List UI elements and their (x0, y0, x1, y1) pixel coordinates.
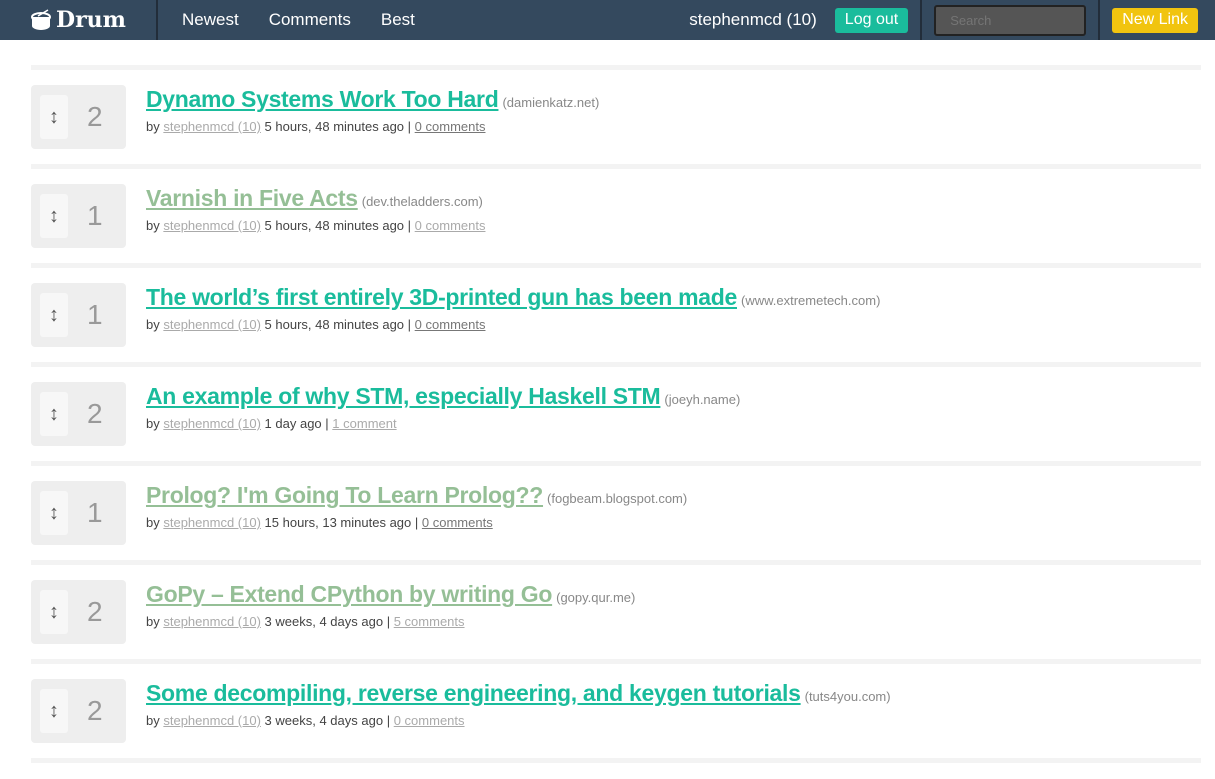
separator: | (407, 317, 412, 332)
divider (31, 758, 1201, 763)
vote-box: ↕ 2 (31, 580, 126, 644)
author-link[interactable]: stephenmcd (10) (163, 713, 261, 728)
comments-link[interactable]: 0 comments (415, 218, 486, 233)
vote-arrows-icon[interactable]: ↕ (40, 590, 68, 634)
by-label: by (146, 713, 160, 728)
vote-box: ↕ 1 (31, 283, 126, 347)
vote-box: ↕ 1 (31, 184, 126, 248)
by-label: by (146, 515, 160, 530)
separator: | (407, 218, 412, 233)
score: 2 (87, 695, 103, 726)
timestamp: 3 weeks, 4 days ago (264, 713, 384, 728)
separator: | (325, 416, 329, 431)
current-user[interactable]: stephenmcd (10) (689, 10, 817, 30)
drum-icon (31, 9, 52, 30)
author-link[interactable]: stephenmcd (10) (163, 119, 261, 134)
vote-arrows-icon[interactable]: ↕ (40, 689, 68, 733)
link-title[interactable]: The world’s first entirely 3D-printed gu… (146, 284, 737, 310)
timestamp: 5 hours, 48 minutes ago (264, 317, 405, 332)
list-item: ↕ 1 The world’s first entirely 3D-printe… (31, 263, 1201, 362)
separator: | (386, 713, 391, 728)
author-link[interactable]: stephenmcd (10) (163, 317, 261, 332)
nav-comments[interactable]: Comments (269, 10, 351, 30)
nav-newest[interactable]: Newest (182, 10, 239, 30)
timestamp: 3 weeks, 4 days ago (264, 614, 384, 629)
comments-link[interactable]: 0 comments (422, 515, 493, 530)
score: 2 (87, 101, 103, 132)
score: 2 (87, 398, 103, 429)
separator: | (414, 515, 419, 530)
timestamp: 5 hours, 48 minutes ago (264, 119, 405, 134)
list-item: ↕ 2 Some decompiling, reverse engineerin… (31, 659, 1201, 758)
vote-arrows-icon[interactable]: ↕ (40, 293, 68, 337)
nav-best[interactable]: Best (381, 10, 415, 30)
link-title[interactable]: An example of why STM, especially Haskel… (146, 383, 661, 409)
vote-box: ↕ 2 (31, 679, 126, 743)
list-item: ↕ 2 GoPy – Extend CPython by writing Go (… (31, 560, 1201, 659)
link-title[interactable]: Prolog? I'm Going To Learn Prolog?? (146, 482, 543, 508)
comments-link[interactable]: 0 comments (415, 317, 486, 332)
link-title[interactable]: Dynamo Systems Work Too Hard (146, 86, 499, 112)
list-item: ↕ 2 An example of why STM, especially Ha… (31, 362, 1201, 461)
search-input[interactable] (934, 4, 1087, 36)
timestamp: 1 day ago (264, 416, 322, 431)
score: 1 (87, 200, 103, 231)
vote-arrows-icon[interactable]: ↕ (40, 491, 68, 535)
list-item: ↕ 1 Prolog? I'm Going To Learn Prolog?? (… (31, 461, 1201, 560)
link-title[interactable]: GoPy – Extend CPython by writing Go (146, 581, 552, 607)
vote-arrows-icon[interactable]: ↕ (40, 194, 68, 238)
by-label: by (146, 416, 160, 431)
by-label: by (146, 119, 160, 134)
vote-box: ↕ 1 (31, 481, 126, 545)
brand-name: Drum (56, 7, 126, 33)
divider (1098, 0, 1101, 40)
brand-logo[interactable]: Drum (0, 0, 158, 40)
author-link[interactable]: stephenmcd (10) (163, 218, 261, 233)
separator: | (407, 119, 412, 134)
comments-link[interactable]: 5 comments (394, 614, 465, 629)
list-item: ↕ 2 Dynamo Systems Work Too Hard (damienk… (31, 65, 1201, 164)
author-link[interactable]: stephenmcd (10) (163, 614, 261, 629)
link-domain: (joeyh.name) (664, 392, 741, 407)
link-domain: (damienkatz.net) (502, 95, 600, 110)
link-domain: (www.extremetech.com) (740, 293, 881, 308)
vote-box: ↕ 2 (31, 85, 126, 149)
link-domain: (tuts4you.com) (804, 689, 891, 704)
logout-button[interactable]: Log out (834, 7, 909, 33)
divider (920, 0, 923, 40)
author-link[interactable]: stephenmcd (10) (163, 416, 261, 431)
vote-arrows-icon[interactable]: ↕ (40, 392, 68, 436)
link-domain: (fogbeam.blogspot.com) (547, 491, 688, 506)
link-list: ↕ 2 Dynamo Systems Work Too Hard (damienk… (0, 40, 1215, 758)
by-label: by (146, 218, 160, 233)
by-label: by (146, 614, 160, 629)
comments-link[interactable]: 0 comments (415, 119, 486, 134)
link-domain: (gopy.qur.me) (556, 590, 636, 605)
vote-arrows-icon[interactable]: ↕ (40, 95, 68, 139)
comments-link[interactable]: 0 comments (394, 713, 465, 728)
score: 1 (87, 497, 103, 528)
separator: | (386, 614, 391, 629)
link-title[interactable]: Some decompiling, reverse engineering, a… (146, 680, 801, 706)
link-title[interactable]: Varnish in Five Acts (146, 185, 358, 211)
score: 2 (87, 596, 103, 627)
vote-box: ↕ 2 (31, 382, 126, 446)
new-link-button[interactable]: New Link (1112, 7, 1198, 33)
by-label: by (146, 317, 160, 332)
link-domain: (dev.theladders.com) (361, 194, 483, 209)
list-item: ↕ 1 Varnish in Five Acts (dev.theladders.… (31, 164, 1201, 263)
comments-link[interactable]: 1 comment (332, 416, 396, 431)
timestamp: 5 hours, 48 minutes ago (264, 218, 405, 233)
author-link[interactable]: stephenmcd (10) (163, 515, 261, 530)
score: 1 (87, 299, 103, 330)
timestamp: 15 hours, 13 minutes ago (264, 515, 412, 530)
top-nav: Drum Newest Comments Best stephenmcd (10… (0, 0, 1215, 40)
